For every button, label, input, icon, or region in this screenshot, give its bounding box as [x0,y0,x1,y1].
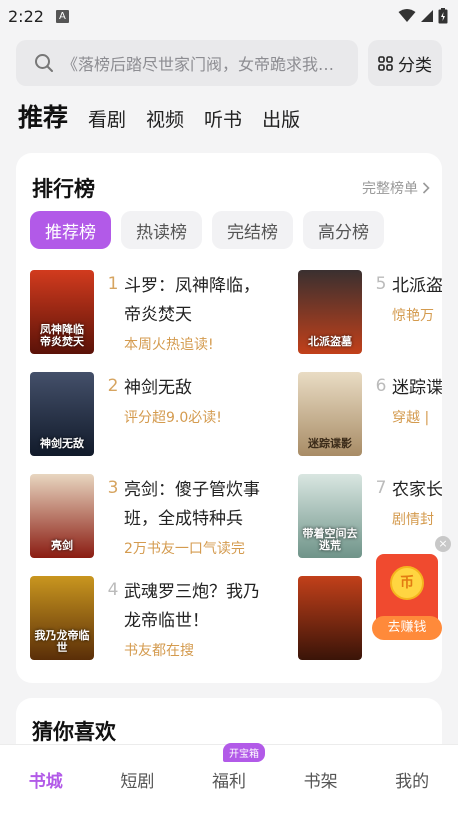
ranking-header: 排行榜 完整榜单 [32,173,430,203]
nav-mine[interactable]: 我的 [366,745,458,814]
book-tag: 穿越 | [392,410,430,426]
rank-number: 3 [107,478,119,498]
book-tag: 书友都在搜 [124,643,194,659]
status-bar: 2:22 A [0,0,458,32]
cover-title: 亮剑 [51,539,73,552]
ranking-chips: 推荐榜 热读榜 完结榜 高分榜 [30,211,384,249]
tab-publishing[interactable]: 出版 [262,105,300,132]
book-title: 迷踪谍 [392,378,442,398]
guess-title: 猜你喜欢 [32,720,116,744]
nav-bookshelf[interactable]: 书架 [275,745,367,814]
cover-title: 北派盗墓 [308,335,352,348]
top-tabs: 推荐 看剧 视频 听书 出版 [18,98,300,138]
nav-bookstore[interactable]: 书城 [0,745,92,814]
rank-item[interactable]: 迷踪谍影 6 迷踪谍 穿越 | [298,372,442,456]
chip-completed[interactable]: 完结榜 [212,211,293,249]
search-icon [35,54,53,72]
coin-icon: 币 [390,566,424,600]
chip-recommend[interactable]: 推荐榜 [30,211,111,249]
notification-icon: A [55,9,69,23]
battery-icon [438,8,448,24]
book-tag: 本周火热追读! [124,337,214,353]
book-title: 农家长女，间去逃 [392,480,442,500]
rank-item[interactable]: 北派盗墓 5 北派盗 惊艳万 [298,270,442,354]
rank-item[interactable]: 我乃龙帝临世 4 武魂罗三炮？我乃龙帝临世！ 书友都在搜 [30,576,276,660]
cover-title: 带着空间去逃荒 [302,527,358,552]
book-title: 武魂罗三炮？我乃龙帝临世！ [124,582,260,631]
rank-item[interactable]: 神剑无敌 2 神剑无敌 评分超9.0必读! [30,372,276,456]
nav-short-drama[interactable]: 短剧 [92,745,184,814]
chip-high-score[interactable]: 高分榜 [303,211,384,249]
rank-item[interactable]: 亮剑 3 亮剑：傻子管炊事班，全成特种兵 2万书友一口气读完 [30,474,276,558]
rank-info: 神剑无敌 评分超9.0必读! [124,372,276,456]
rank-number: 1 [107,274,119,294]
search-input[interactable]: 《落榜后踏尽世家门阀，女帝跪求我… [16,40,358,86]
rank-info: 北派盗 惊艳万 [392,270,442,354]
nav-label: 福利 [211,772,246,792]
category-button[interactable]: 分类 [368,40,442,86]
category-label: 分类 [398,55,432,76]
tab-drama[interactable]: 看剧 [88,105,126,132]
book-tag: 剧情封 [392,512,434,528]
book-title: 斗罗：凤神降临，帝炎焚天 [124,276,260,325]
tab-video[interactable]: 视频 [146,105,184,132]
book-tag: 2万书友一口气读完 [124,541,245,557]
chevron-right-icon [422,182,430,194]
book-tag: 评分超9.0必读! [124,410,222,426]
rank-number: 5 [375,274,387,294]
status-icons [398,8,448,24]
cover-title: 我乃龙帝临世 [34,629,90,654]
nav-welfare[interactable]: 福利 开宝箱 [183,743,275,814]
book-cover [298,576,362,660]
book-cover: 北派盗墓 [298,270,362,354]
tab-audiobook[interactable]: 听书 [204,105,242,132]
search-placeholder: 《落榜后踏尽世家门阀，女帝跪求我… [62,55,335,74]
signal-icon [421,10,433,22]
status-time: 2:22 [8,6,44,26]
cover-title: 迷踪谍影 [308,437,352,450]
earn-money-label: 去赚钱 [372,616,442,640]
tab-recommend[interactable]: 推荐 [18,98,68,134]
rank-info: 亮剑：傻子管炊事班，全成特种兵 2万书友一口气读完 [124,474,276,558]
full-ranking-link[interactable]: 完整榜单 [362,178,430,198]
earn-money-widget[interactable]: 币 去赚钱 × [372,536,451,640]
search-row: 《落榜后踏尽世家门阀，女帝跪求我… 分类 [16,40,442,86]
rank-number: 4 [107,580,119,600]
treasure-badge: 开宝箱 [222,743,265,762]
book-title: 神剑无敌 [124,378,192,398]
book-cover: 亮剑 [30,474,94,558]
nav-label: 书城 [28,772,63,792]
rank-info: 武魂罗三炮？我乃龙帝临世！ 书友都在搜 [124,576,276,660]
close-icon[interactable]: × [435,536,451,552]
rank-info: 迷踪谍 穿越 | [392,372,442,456]
rank-number: 2 [107,376,119,396]
grid-icon [378,55,393,71]
book-tag: 惊艳万 [392,308,434,324]
wifi-icon [398,9,416,22]
book-cover: 凤神降临 帝炎焚天 [30,270,94,354]
rank-info: 斗罗：凤神降临，帝炎焚天 本周火热追读! [124,270,276,354]
nav-label: 短剧 [120,772,155,792]
rank-item[interactable]: 凤神降临 帝炎焚天 1 斗罗：凤神降临，帝炎焚天 本周火热追读! [30,270,276,354]
bottom-nav: 书城 短剧 福利 开宝箱 书架 我的 [0,743,458,814]
chip-hot[interactable]: 热读榜 [121,211,202,249]
book-title: 亮剑：傻子管炊事班，全成特种兵 [124,480,260,529]
book-cover: 神剑无敌 [30,372,94,456]
cover-title: 凤神降临 帝炎焚天 [40,323,84,348]
cover-title: 神剑无敌 [40,437,84,450]
rank-number: 6 [375,376,387,396]
ranking-title: 排行榜 [32,177,95,201]
nav-label: 我的 [395,772,430,792]
book-cover: 迷踪谍影 [298,372,362,456]
nav-label: 书架 [303,772,338,792]
book-title: 北派盗 [392,276,442,296]
book-cover: 带着空间去逃荒 [298,474,362,558]
book-cover: 我乃龙帝临世 [30,576,94,660]
full-ranking-label: 完整榜单 [362,181,418,197]
